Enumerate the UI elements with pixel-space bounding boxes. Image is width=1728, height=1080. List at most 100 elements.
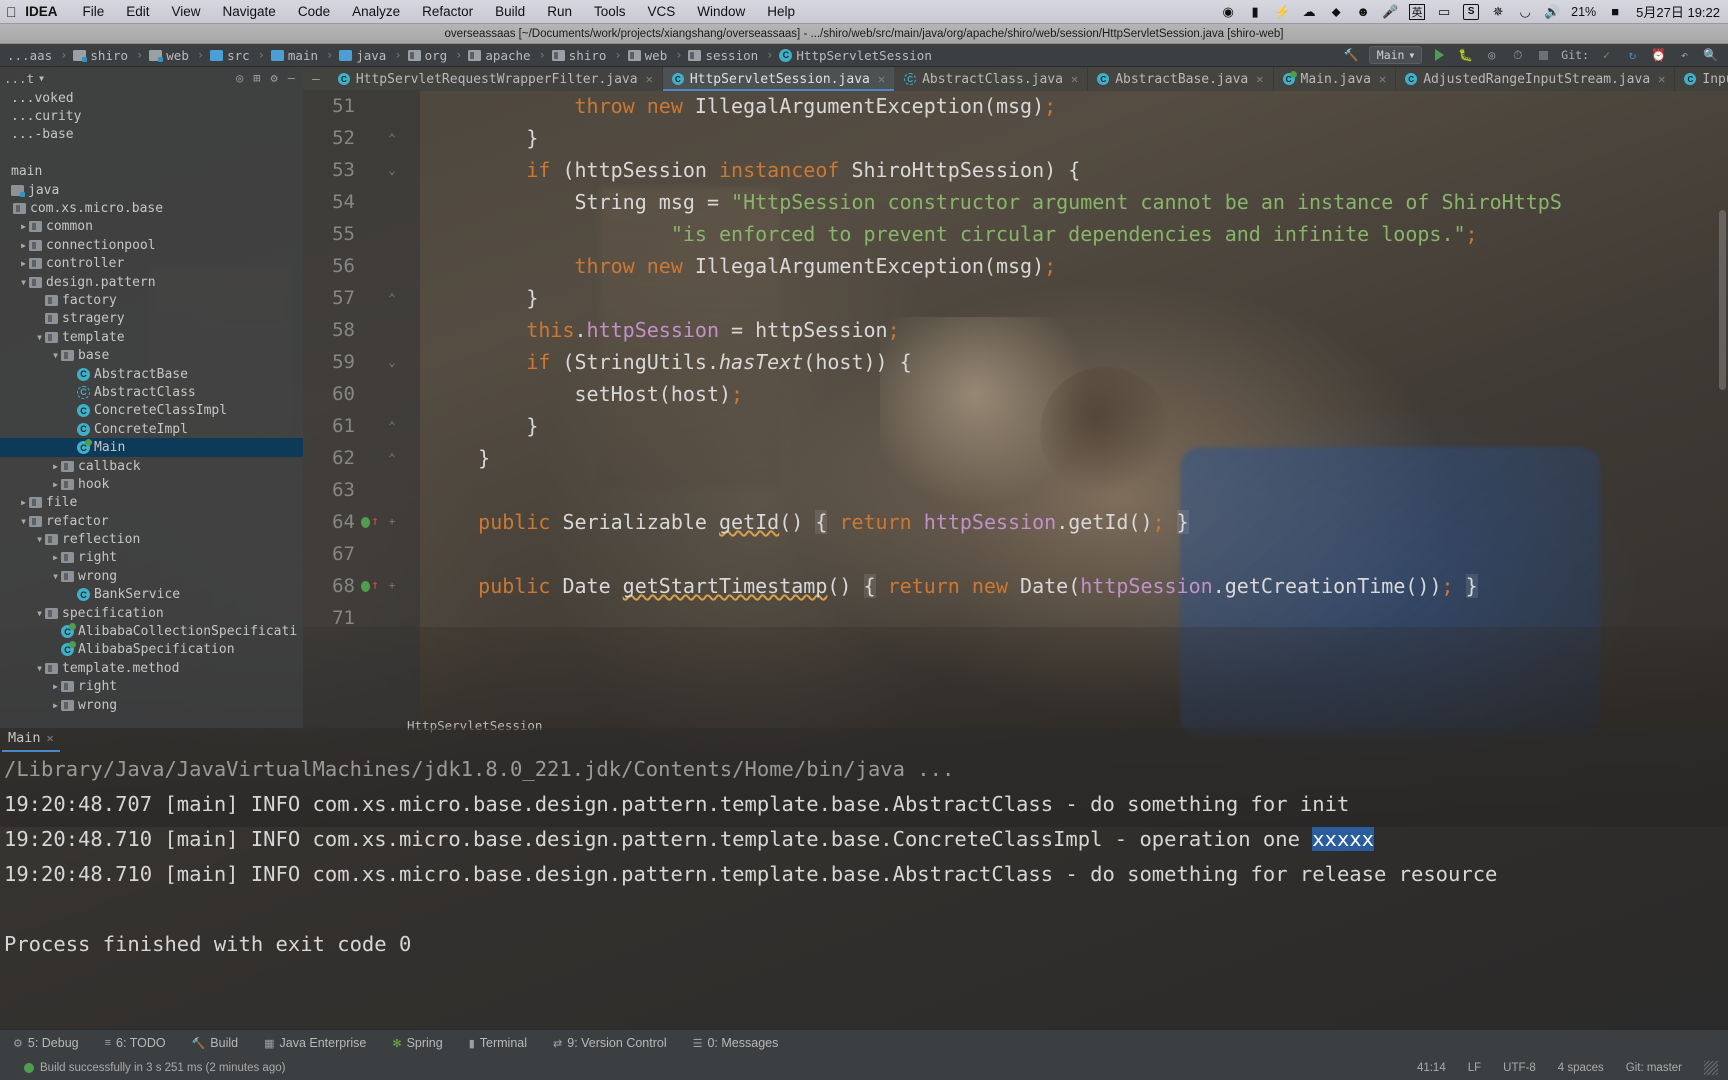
- tree-node[interactable]: factory: [0, 291, 303, 309]
- caret-position-label[interactable]: 41:14: [1417, 1062, 1446, 1074]
- tree-node[interactable]: ▼ template.method: [0, 659, 303, 677]
- code-line[interactable]: 57 ⌃ }: [303, 282, 1728, 314]
- tree-node[interactable]: C ConcreteImpl: [0, 420, 303, 438]
- breadcrumb-session[interactable]: session ›: [685, 48, 776, 63]
- chevron-right-icon[interactable]: ▶: [18, 222, 29, 231]
- locate-icon[interactable]: ◎: [236, 71, 243, 85]
- tree-spacer[interactable]: [66, 590, 77, 599]
- code-line[interactable]: 63: [303, 474, 1728, 506]
- run-marker-icon[interactable]: [361, 580, 371, 592]
- tree-node[interactable]: C AbstractBase: [0, 365, 303, 383]
- collapse-all-icon[interactable]: ⊞: [253, 71, 260, 85]
- clock-label[interactable]: 5月27日 19:22: [1634, 2, 1720, 21]
- battery-icon[interactable]: ■: [1607, 4, 1623, 20]
- close-icon[interactable]: ✕: [47, 731, 54, 745]
- breadcrumb-web[interactable]: web ›: [146, 48, 207, 63]
- code-editor[interactable]: 51 throw new IllegalArgumentException(ms…: [303, 90, 1728, 728]
- apple-menu-icon[interactable]: : [0, 4, 25, 20]
- code-line[interactable]: 51 throw new IllegalArgumentException(ms…: [303, 90, 1728, 122]
- tree-node[interactable]: ...voked: [0, 89, 303, 107]
- editor-tab[interactable]: CInputStream.java✕: [1675, 67, 1728, 91]
- fold-end-icon[interactable]: ⌃: [385, 410, 399, 442]
- indent-label[interactable]: 4 spaces: [1558, 1062, 1604, 1074]
- code-line[interactable]: 59 ⌄ if (StringUtils.hasText(host)) {: [303, 346, 1728, 378]
- tree-spacer[interactable]: [0, 149, 11, 158]
- tree-node[interactable]: C AlibabaCollectionSpecificati: [0, 622, 303, 640]
- tree-node[interactable]: ...curity: [0, 107, 303, 125]
- editor-tab[interactable]: C AbstractClass.java ✕: [895, 67, 1089, 91]
- tree-spacer[interactable]: [0, 130, 11, 139]
- editor-tab[interactable]: C HttpServletRequestWrapperFilter.java ✕: [329, 67, 663, 91]
- microphone-icon[interactable]: 🎤: [1382, 4, 1398, 20]
- tree-node[interactable]: ▶ hook: [0, 475, 303, 493]
- search-everywhere-icon[interactable]: 🔍: [1702, 47, 1719, 64]
- build-status[interactable]: Build successfully in 3 s 251 ms (2 minu…: [0, 1062, 285, 1074]
- menu-refactor[interactable]: Refactor: [411, 4, 484, 19]
- encoding-label[interactable]: UTF-8: [1503, 1062, 1536, 1074]
- tree-node[interactable]: ▶ common: [0, 218, 303, 236]
- menu-help[interactable]: Help: [756, 4, 806, 19]
- tree-spacer[interactable]: [0, 167, 11, 176]
- tree-spacer[interactable]: [50, 627, 61, 636]
- snipaste-icon[interactable]: S: [1463, 3, 1480, 20]
- tree-node[interactable]: ▼ template: [0, 328, 303, 346]
- tree-node[interactable]: com.xs.micro.base: [0, 199, 303, 217]
- shield-icon[interactable]: ⬥: [1328, 4, 1344, 20]
- volume-icon[interactable]: 🔊: [1544, 4, 1560, 20]
- scrollbar-thumb[interactable]: [1719, 210, 1726, 390]
- chevron-down-icon[interactable]: ▼: [34, 535, 45, 544]
- tree-node[interactable]: ▶ wrong: [0, 696, 303, 714]
- code-line[interactable]: 68 ↑ + public Date getStartTimestamp() { r…: [303, 570, 1728, 602]
- bookmark-icon[interactable]: ▮: [1247, 4, 1263, 20]
- input-source-chinese-icon[interactable]: 英: [1409, 3, 1426, 20]
- chevron-right-icon[interactable]: ▶: [18, 241, 29, 250]
- close-icon[interactable]: ✕: [1071, 72, 1078, 86]
- chevron-right-icon[interactable]: ▶: [50, 553, 61, 562]
- gutter-run-marker[interactable]: ↑: [361, 506, 379, 538]
- breadcrumb-org[interactable]: org ›: [405, 48, 466, 63]
- tree-node[interactable]: ▼ design.pattern: [0, 273, 303, 291]
- tree-node[interactable]: ▶ file: [0, 494, 303, 512]
- menu-edit[interactable]: Edit: [115, 4, 160, 19]
- tree-node[interactable]: ▼ wrong: [0, 567, 303, 585]
- code-line[interactable]: 64 ↑ + public Serializable getId() { retur…: [303, 506, 1728, 538]
- fold-end-icon[interactable]: ⌃: [385, 282, 399, 314]
- tree-spacer[interactable]: [66, 370, 77, 379]
- code-text-area[interactable]: 51 throw new IllegalArgumentException(ms…: [303, 90, 1728, 728]
- close-icon[interactable]: ✕: [646, 72, 653, 86]
- code-line[interactable]: 55 "is enforced to prevent circular depe…: [303, 218, 1728, 250]
- code-line[interactable]: 60 setHost(host);: [303, 378, 1728, 410]
- expand-icon[interactable]: +: [385, 570, 399, 602]
- debug-button[interactable]: 🐛: [1457, 47, 1474, 64]
- profile-button[interactable]: ⏱: [1509, 47, 1526, 64]
- tree-node[interactable]: C AlibabaSpecification: [0, 641, 303, 659]
- close-icon[interactable]: ✕: [878, 72, 885, 86]
- git-history-button[interactable]: ⏰: [1650, 47, 1667, 64]
- record-icon[interactable]: ◉: [1220, 4, 1236, 20]
- tree-node[interactable]: ...-base: [0, 126, 303, 144]
- tree-spacer[interactable]: [66, 425, 77, 434]
- menu-view[interactable]: View: [161, 4, 212, 19]
- editor-tab[interactable]: C HttpServletSession.java ✕: [662, 67, 896, 91]
- close-icon[interactable]: ✕: [1379, 72, 1386, 86]
- code-line[interactable]: 52 ⌃ }: [303, 122, 1728, 154]
- menu-window[interactable]: Window: [686, 4, 756, 19]
- run-button[interactable]: [1431, 47, 1448, 64]
- app-name-label[interactable]: IDEA: [25, 4, 71, 19]
- breadcrumb-src[interactable]: src ›: [207, 48, 268, 63]
- chevron-down-icon[interactable]: ▼: [34, 664, 45, 673]
- code-line[interactable]: 71: [303, 602, 1728, 634]
- line-separator-label[interactable]: LF: [1468, 1062, 1481, 1074]
- tree-node[interactable]: stragery: [0, 310, 303, 328]
- stop-button[interactable]: [1535, 47, 1552, 64]
- status-todo[interactable]: ≡ 6: TODO: [92, 1036, 179, 1050]
- chevron-down-icon[interactable]: ▼: [18, 517, 29, 526]
- tree-spacer[interactable]: [66, 406, 77, 415]
- breadcrumb-shiro[interactable]: shiro ›: [70, 48, 146, 63]
- expand-icon[interactable]: +: [385, 506, 399, 538]
- project-tree[interactable]: ...voked ...curity ...-base main java co…: [0, 89, 303, 714]
- wifi-icon[interactable]: ◡: [1517, 4, 1533, 20]
- code-line[interactable]: 67: [303, 538, 1728, 570]
- resize-grip-icon[interactable]: [1704, 1061, 1718, 1075]
- close-icon[interactable]: ✕: [1658, 72, 1665, 86]
